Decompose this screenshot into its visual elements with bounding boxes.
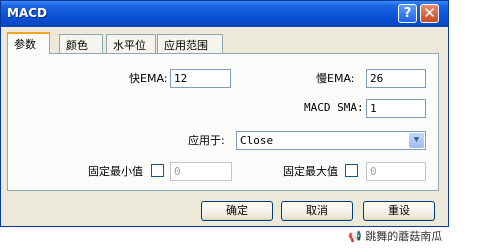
window-title: MACD: [7, 6, 47, 20]
fix-max-input[interactable]: 0: [366, 162, 426, 181]
watermark: 📢 跳舞的蘑菇南瓜: [348, 230, 443, 243]
cancel-button[interactable]: 取消: [281, 201, 353, 221]
apply-to-label: 应用于:: [188, 134, 225, 147]
apply-to-value: Close: [240, 134, 274, 147]
fix-max-label: 固定最大值: [283, 165, 338, 178]
fix-max-checkbox[interactable]: [345, 164, 358, 177]
ok-button[interactable]: 确定: [201, 201, 273, 221]
macd-sma-input[interactable]: 1: [366, 99, 426, 118]
fast-ema-label: 快EMA:: [129, 72, 168, 85]
tab-params[interactable]: 参数: [7, 32, 50, 54]
close-button[interactable]: ✕: [420, 4, 439, 23]
fast-ema-input[interactable]: 12: [170, 69, 231, 88]
help-button[interactable]: ?: [398, 4, 417, 23]
fix-min-label: 固定最小值: [88, 165, 143, 178]
slow-ema-label: 慢EMA:: [316, 72, 355, 85]
params-panel: 快EMA: 12 慢EMA: 26 MACD SMA: 1 应用于: Close…: [7, 53, 439, 191]
macd-sma-label: MACD SMA:: [304, 101, 364, 114]
reset-button[interactable]: 重设: [363, 201, 435, 221]
tab-colors[interactable]: 颜色: [59, 34, 103, 53]
chevron-down-icon[interactable]: ▼: [409, 133, 424, 148]
macd-dialog: MACD ? ✕ 参数 颜色 水平位 应用范围 快EMA: 12 慢EMA: 2…: [0, 0, 449, 227]
title-bar[interactable]: MACD ? ✕: [1, 1, 448, 27]
fix-min-input[interactable]: 0: [170, 162, 232, 181]
tab-levels[interactable]: 水平位: [106, 34, 156, 53]
tab-visualization[interactable]: 应用范围: [157, 34, 223, 53]
fix-min-checkbox[interactable]: [151, 164, 164, 177]
slow-ema-input[interactable]: 26: [366, 69, 426, 88]
apply-to-select[interactable]: Close ▼: [236, 131, 426, 150]
